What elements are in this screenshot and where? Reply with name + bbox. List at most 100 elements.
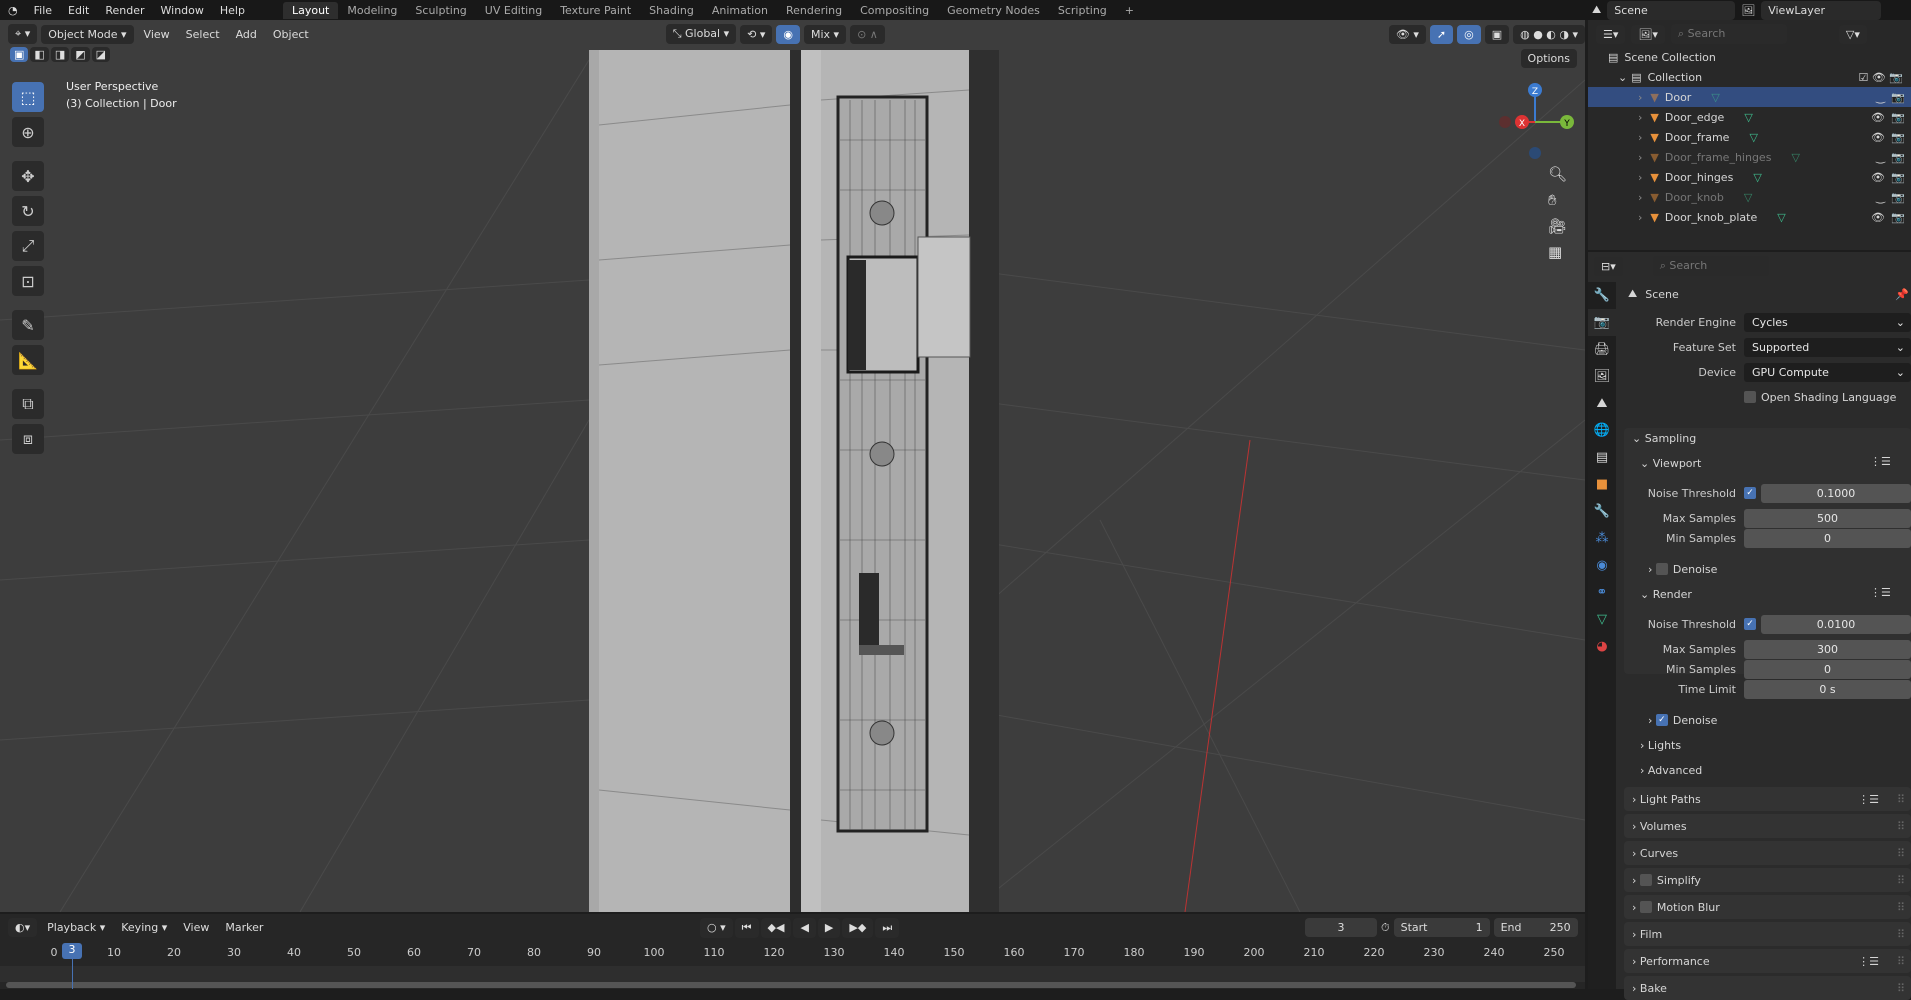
editor-type-button[interactable]: ⌖ ▾: [8, 24, 38, 44]
item-name[interactable]: Door_frame_hinges: [1665, 151, 1772, 164]
material-tab-icon[interactable]: ◕: [1588, 633, 1616, 660]
menu-add[interactable]: Add: [230, 25, 263, 44]
timeline-editor-type[interactable]: ◐▾: [8, 918, 38, 937]
menu-select[interactable]: Select: [180, 25, 226, 44]
filter-view-dropdown[interactable]: 🖼︎▾: [1631, 24, 1665, 44]
tool-tab-icon[interactable]: 🔧: [1588, 282, 1616, 309]
collection-tab-icon[interactable]: ▤: [1588, 444, 1616, 471]
panel-simplify[interactable]: › Simplify ⠿: [1624, 868, 1911, 892]
proportional-edit-toggle[interactable]: ⊙ ∧: [850, 24, 885, 44]
current-frame-field[interactable]: 3: [1305, 918, 1377, 937]
expand-icon[interactable]: ›: [1638, 131, 1642, 144]
presets-icon[interactable]: ⋮☰: [1870, 586, 1891, 599]
transform-icon[interactable]: ⊡: [12, 266, 44, 296]
vp-max-samples-field[interactable]: 500: [1744, 508, 1911, 528]
constraints-tab-icon[interactable]: ⚭: [1588, 579, 1616, 606]
jump-end-button[interactable]: ⏭: [875, 918, 900, 938]
presets-icon[interactable]: ⋮☰: [1858, 955, 1879, 968]
stopwatch-icon[interactable]: ⏱: [1381, 921, 1390, 935]
camera-render-icon[interactable]: 📷: [1891, 131, 1905, 144]
collection-row[interactable]: ⌄ ▤ Collection ☑ 👁 📷: [1588, 67, 1911, 87]
tab-scripting[interactable]: Scripting: [1049, 2, 1116, 19]
timeline-track[interactable]: [0, 966, 1585, 982]
scene-selector[interactable]: Scene: [1607, 0, 1736, 20]
outliner-item[interactable]: › ▼ Door_knob_plate ▽ 👁 📷: [1588, 207, 1911, 227]
item-name[interactable]: Door_knob_plate: [1665, 211, 1757, 224]
feature-set-dropdown[interactable]: Supported ⌄: [1744, 337, 1911, 357]
tab-uv-editing[interactable]: UV Editing: [476, 2, 551, 19]
osl-checkbox[interactable]: Open Shading Language: [1624, 387, 1911, 407]
menu-render[interactable]: Render: [97, 4, 152, 17]
camera-render-icon[interactable]: 📷: [1891, 111, 1905, 124]
play-button[interactable]: ▶: [817, 918, 841, 938]
menu-playback[interactable]: Playback ▾: [41, 918, 111, 937]
item-name[interactable]: Door_hinges: [1665, 171, 1733, 184]
next-keyframe-button[interactable]: ▶◆: [842, 918, 874, 938]
panel-bake[interactable]: › Bake ⠿: [1624, 976, 1911, 1000]
expand-icon[interactable]: ›: [1638, 111, 1642, 124]
output-tab-icon[interactable]: 🖨: [1588, 336, 1616, 363]
tab-modeling[interactable]: Modeling: [338, 2, 406, 19]
select-extend-icon[interactable]: ◧: [30, 47, 49, 62]
menu-edit[interactable]: Edit: [60, 4, 97, 17]
tab-shading[interactable]: Shading: [640, 2, 703, 19]
menu-view[interactable]: View: [138, 25, 176, 44]
camera-icon[interactable]: 🎥︎: [1548, 217, 1567, 235]
playhead[interactable]: 3: [62, 943, 82, 959]
camera-render-icon[interactable]: 📷: [1891, 91, 1905, 104]
object-tab-icon[interactable]: ■: [1588, 471, 1616, 498]
add-cube-icon[interactable]: ⧉: [12, 389, 44, 419]
panel-volumes[interactable]: › Volumes ⠿: [1624, 814, 1911, 838]
drag-handle-icon[interactable]: ⠿: [1897, 982, 1905, 995]
eye-open-icon[interactable]: 👁: [1871, 131, 1885, 144]
menu-help[interactable]: Help: [212, 4, 253, 17]
panel-curves[interactable]: › Curves ⠿: [1624, 841, 1911, 865]
panel-light-paths[interactable]: › Light Paths ⋮☰ ⠿: [1624, 787, 1911, 811]
prev-keyframe-button[interactable]: ◆◀: [760, 918, 792, 938]
menu-window[interactable]: Window: [153, 4, 212, 17]
options-button[interactable]: Options: [1520, 49, 1577, 68]
tab-texture-paint[interactable]: Texture Paint: [551, 2, 640, 19]
measure-icon[interactable]: 📐: [12, 345, 44, 375]
eye-open-icon[interactable]: 👁: [1871, 111, 1885, 124]
expand-icon[interactable]: ›: [1638, 191, 1642, 204]
r-min-samples-field[interactable]: 0: [1744, 659, 1911, 679]
blender-logo-icon[interactable]: ◔: [0, 4, 26, 17]
add-object-icon[interactable]: ⧈: [12, 424, 44, 454]
eye-open-icon[interactable]: 👁: [1871, 211, 1885, 224]
expand-icon[interactable]: ›: [1638, 91, 1642, 104]
mode-selector[interactable]: Object Mode ▾: [41, 24, 134, 44]
item-name[interactable]: Door_knob: [1665, 191, 1724, 204]
row-toggles[interactable]: ☑ 👁 📷: [1858, 71, 1903, 84]
pivot-dropdown[interactable]: ⟲ ▾: [740, 24, 773, 44]
drag-handle-icon[interactable]: ⠿: [1897, 901, 1905, 914]
menu-marker[interactable]: Marker: [219, 918, 269, 937]
eye-closed-icon[interactable]: ‿: [1876, 191, 1885, 204]
menu-object[interactable]: Object: [267, 25, 315, 44]
pan-hand-icon[interactable]: ✋︎: [1548, 191, 1567, 209]
drag-handle-icon[interactable]: ⠿: [1897, 874, 1905, 887]
item-name[interactable]: Door: [1665, 91, 1691, 104]
panel-film[interactable]: › Film ⠿: [1624, 922, 1911, 946]
play-reverse-button[interactable]: ◀: [793, 918, 816, 938]
tab-geometry-nodes[interactable]: Geometry Nodes: [938, 2, 1049, 19]
outliner-item[interactable]: › ▼ Door_knob ▽ ‿ 📷: [1588, 187, 1911, 207]
tab-sculpting[interactable]: Sculpting: [406, 2, 475, 19]
jump-start-button[interactable]: ⏮: [734, 918, 759, 938]
outliner-item[interactable]: › ▼ Door_frame_hinges ▽ ‿ 📷: [1588, 147, 1911, 167]
add-workspace-button[interactable]: +: [1116, 2, 1143, 19]
viewport-subpanel[interactable]: ⌄ Viewport: [1640, 453, 1701, 473]
camera-render-icon[interactable]: 📷: [1891, 151, 1905, 164]
r-noise-threshold-checkbox[interactable]: ✓: [1744, 618, 1756, 630]
end-frame-field[interactable]: End 250: [1493, 918, 1578, 937]
zoom-icon[interactable]: 🔍︎: [1548, 165, 1567, 183]
time-limit-field[interactable]: 0 s: [1744, 679, 1911, 699]
drag-handle-icon[interactable]: ⠿: [1897, 955, 1905, 968]
panel-checkbox[interactable]: [1639, 901, 1652, 913]
select-box-icon[interactable]: ⬚: [12, 82, 44, 112]
cursor-icon[interactable]: ⊕: [12, 117, 44, 147]
properties-search-input[interactable]: ⌕ Search: [1652, 256, 1769, 276]
lights-subpanel[interactable]: › Lights: [1640, 735, 1681, 755]
menu-file[interactable]: File: [26, 4, 60, 17]
eye-closed-icon[interactable]: ‿: [1876, 151, 1885, 164]
